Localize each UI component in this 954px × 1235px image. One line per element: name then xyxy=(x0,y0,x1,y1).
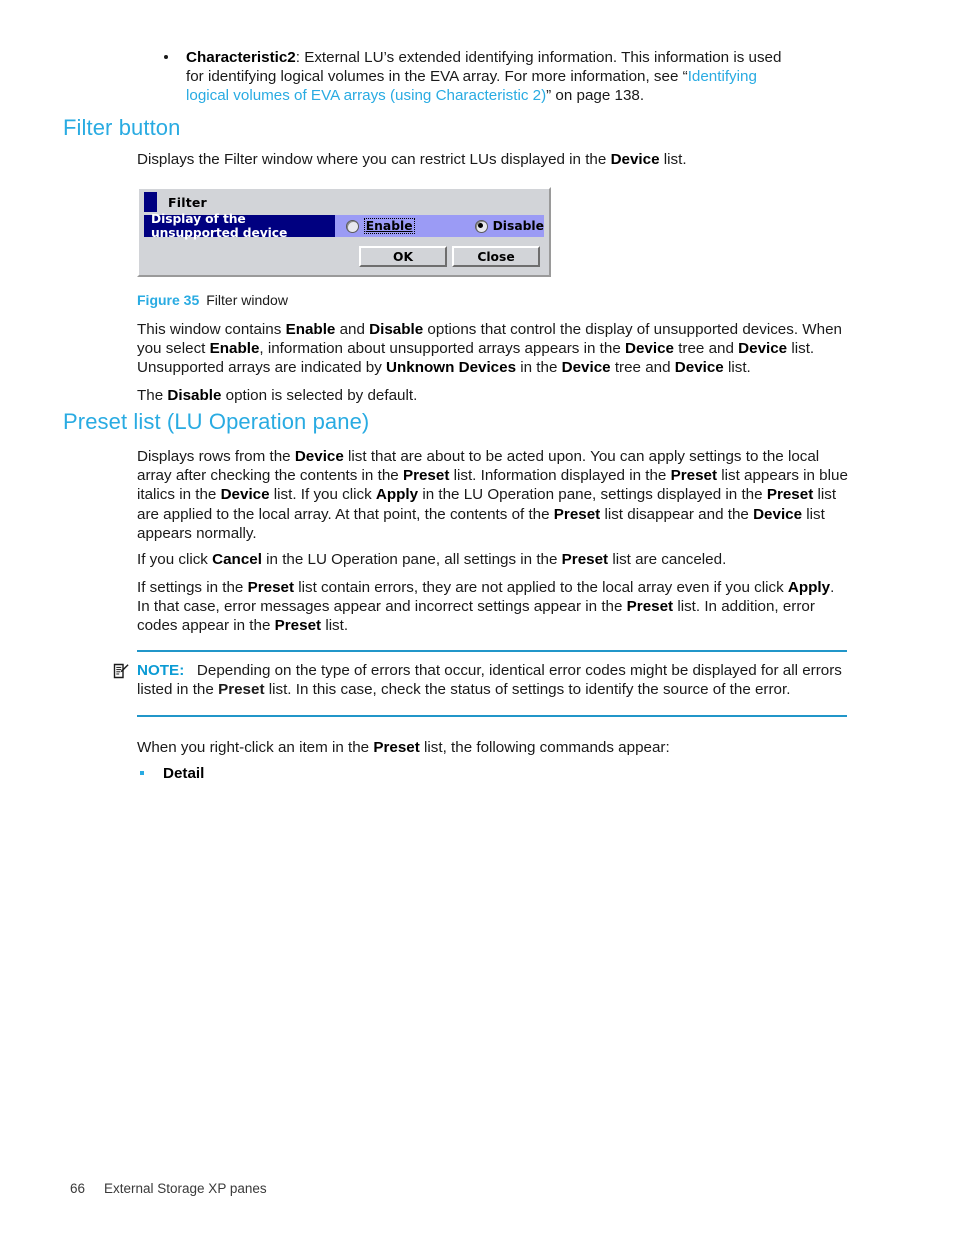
note-body: NOTE: Depending on the type of errors th… xyxy=(113,652,847,715)
list-item: Characteristic2: External LU’s extended … xyxy=(160,48,800,106)
bold-device: Device xyxy=(625,340,674,358)
dialog-title-text: Filter xyxy=(168,194,207,210)
bold-unknown-devices: Unknown Devices xyxy=(386,359,517,377)
text-run: list. Information displayed in the xyxy=(449,467,671,485)
dialog-option-row: Display of the unsupported device Enable… xyxy=(144,212,544,240)
radio-option-enable[interactable]: Enable xyxy=(345,218,415,234)
text-run: Displays rows from the xyxy=(137,448,295,465)
text-run: If you click xyxy=(137,551,213,568)
bold-device: Device xyxy=(220,486,270,504)
text-run: list are canceled. xyxy=(608,551,727,568)
command-detail-label: Detail xyxy=(163,765,205,782)
text-run: in the xyxy=(516,359,562,377)
text-run: list. If you click xyxy=(269,486,376,504)
figure-number: Figure 35 xyxy=(137,292,200,308)
dialog-button-bar: OK Close xyxy=(139,237,549,271)
text-run: This window contains xyxy=(137,321,286,338)
commands-list: Detail xyxy=(137,764,777,783)
bold-device: Device xyxy=(674,359,724,377)
text-run: list, the following commands appear: xyxy=(419,739,670,756)
radio-circle-selected-icon[interactable] xyxy=(474,219,488,233)
note-rule-bottom xyxy=(137,715,847,717)
disable-default-paragraph: The Disable option is selected by defaul… xyxy=(137,386,849,405)
option-label-unsupported-device: Display of the unsupported device xyxy=(144,212,335,240)
page-footer: 66 External Storage XP panes xyxy=(70,1181,267,1196)
text-run: in the LU Operation pane, all settings i… xyxy=(261,551,562,568)
text-run: list disappear and the xyxy=(600,505,754,523)
text-run: tree and xyxy=(673,340,739,358)
footer-page-number: 66 xyxy=(70,1181,86,1196)
text-run: and xyxy=(335,321,370,338)
heading-filter-button: Filter button xyxy=(63,115,181,140)
radio-circle-icon[interactable] xyxy=(345,219,359,233)
bold-device: Device xyxy=(753,505,803,523)
text-run: tree and xyxy=(610,359,675,377)
bullet-round-icon xyxy=(164,55,168,59)
filter-window-description-paragraph: This window contains Enable and Disable … xyxy=(137,320,849,378)
intro-bold-device: Device xyxy=(610,151,660,168)
bold-apply: Apply xyxy=(787,579,831,596)
ok-button[interactable]: OK xyxy=(359,246,447,267)
bold-preset: Preset xyxy=(247,579,295,596)
bold-disable: Disable xyxy=(369,321,424,338)
characteristic2-text-part2: ” on page 138. xyxy=(546,87,645,105)
preset-list-description-paragraph: Displays rows from the Device list that … xyxy=(137,447,849,543)
text-run: list. xyxy=(723,359,751,377)
bold-device: Device xyxy=(738,340,788,358)
note-admonition: NOTE: Depending on the type of errors th… xyxy=(113,650,847,717)
note-bold-preset: Preset xyxy=(218,681,265,699)
dialog-app-icon xyxy=(144,192,157,212)
note-text-part1 xyxy=(184,662,197,679)
errors-paragraph: If settings in the Preset list contain e… xyxy=(137,578,849,636)
characteristic2-bullet-list: Characteristic2: External LU’s extended … xyxy=(160,48,800,106)
bold-preset: Preset xyxy=(402,467,450,485)
bold-cancel: Cancel xyxy=(212,551,262,568)
bold-apply: Apply xyxy=(375,486,419,504)
radio-option-disable[interactable]: Disable xyxy=(474,219,544,233)
cancel-paragraph: If you click Cancel in the LU Operation … xyxy=(137,550,849,569)
list-item: Detail xyxy=(137,764,777,783)
right-click-commands-intro: When you right-click an item in the Pres… xyxy=(137,738,849,757)
bold-preset: Preset xyxy=(561,551,609,568)
term-characteristic2: Characteristic2 xyxy=(186,49,296,66)
bold-device: Device xyxy=(294,448,344,465)
heading-preset-list: Preset list (LU Operation pane) xyxy=(63,409,370,434)
text-run: list contain errors, they are not applie… xyxy=(294,579,788,596)
radio-group-display-unsupported: Enable Disable xyxy=(334,215,544,237)
text-run: The xyxy=(137,387,168,404)
bold-enable: Enable xyxy=(209,340,260,358)
intro-text-part1: Displays the Filter window where you can… xyxy=(137,151,611,168)
figure-caption: Figure 35 Filter window xyxy=(137,292,288,308)
document-page: Characteristic2: External LU’s extended … xyxy=(0,0,954,1235)
text-run: in the LU Operation pane, settings displ… xyxy=(418,486,767,504)
bullet-square-icon xyxy=(140,771,144,775)
text-run: list. xyxy=(321,617,349,635)
bold-preset: Preset xyxy=(626,598,674,616)
bold-preset: Preset xyxy=(670,467,718,485)
bold-preset: Preset xyxy=(373,739,420,756)
text-run: If settings in the xyxy=(137,579,248,596)
text-run: When you right-click an item in the xyxy=(137,739,374,756)
filter-button-intro-paragraph: Displays the Filter window where you can… xyxy=(137,150,849,169)
bold-preset: Preset xyxy=(553,505,601,523)
text-run: , information about unsupported arrays a… xyxy=(259,340,625,358)
bold-preset: Preset xyxy=(274,617,322,635)
bold-enable: Enable xyxy=(285,321,336,338)
note-pencil-icon xyxy=(113,663,129,679)
close-button[interactable]: Close xyxy=(452,246,540,267)
bold-disable: Disable xyxy=(167,387,222,404)
radio-label-enable[interactable]: Enable xyxy=(363,218,415,234)
text-run: option is selected by default. xyxy=(221,387,418,404)
intro-text-part2: list. xyxy=(659,151,687,168)
note-label: NOTE: xyxy=(137,662,185,679)
note-text-c: list. In this case, check the status of … xyxy=(264,681,791,699)
bold-preset: Preset xyxy=(766,486,814,504)
footer-title: External Storage XP panes xyxy=(104,1181,267,1196)
filter-dialog-window: Filter Display of the unsupported device… xyxy=(137,187,551,277)
bold-device: Device xyxy=(561,359,611,377)
figure-title: Filter window xyxy=(206,292,288,308)
figure-filter-window: Filter Display of the unsupported device… xyxy=(137,187,551,277)
radio-label-disable[interactable]: Disable xyxy=(493,219,544,233)
